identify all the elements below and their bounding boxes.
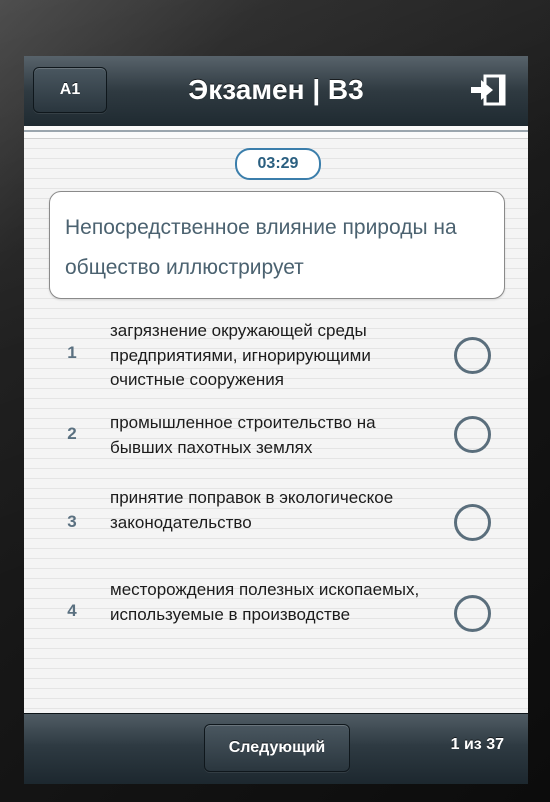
answer-number: 3: [67, 512, 77, 531]
header-divider: [24, 126, 528, 139]
exit-icon[interactable]: [468, 72, 508, 108]
footer-bar: Следующий 1 из 37: [24, 713, 528, 784]
radio-button[interactable]: [454, 337, 491, 374]
timer-badge: 03:29: [235, 148, 321, 180]
question-counter: 1 из 37: [450, 736, 504, 753]
answer-text: принятие поправок в экологическое законо…: [110, 488, 394, 532]
answer-option-2[interactable]: 2 промышленное строительство на бывших п…: [24, 411, 528, 461]
answer-text: загрязнение окружающей среды предприятия…: [110, 321, 371, 389]
question-area: 03:29 Непосредственное влияние природы н…: [24, 139, 528, 715]
answer-option-3[interactable]: 3 принятие поправок в экологическое зако…: [24, 486, 528, 558]
radio-button[interactable]: [454, 504, 491, 541]
answer-option-4[interactable]: 4 месторождения полезных ископаемых, исп…: [24, 578, 528, 650]
device-frame: A1 Экзамен | B3 03:29 Непосредственное в…: [0, 0, 550, 802]
answer-text: промышленное строительство на бывших пах…: [110, 413, 376, 457]
answer-number: 2: [67, 424, 77, 443]
question-text: Непосредственное влияние природы на обще…: [65, 216, 457, 279]
header-bar: A1 Экзамен | B3: [24, 56, 528, 127]
answer-number: 1: [67, 343, 77, 362]
answer-number: 4: [67, 601, 77, 620]
answer-text: месторождения полезных ископаемых, испол…: [110, 580, 420, 624]
a1-button[interactable]: A1: [33, 67, 107, 113]
next-button[interactable]: Следующий: [204, 724, 350, 772]
page-title: Экзамен | B3: [188, 74, 364, 105]
question-card: Непосредственное влияние природы на обще…: [49, 191, 505, 299]
radio-button[interactable]: [454, 416, 491, 453]
app-screen: A1 Экзамен | B3 03:29 Непосредственное в…: [24, 56, 528, 784]
radio-button[interactable]: [454, 595, 491, 632]
answer-option-1[interactable]: 1 загрязнение окружающей среды предприят…: [24, 319, 528, 391]
